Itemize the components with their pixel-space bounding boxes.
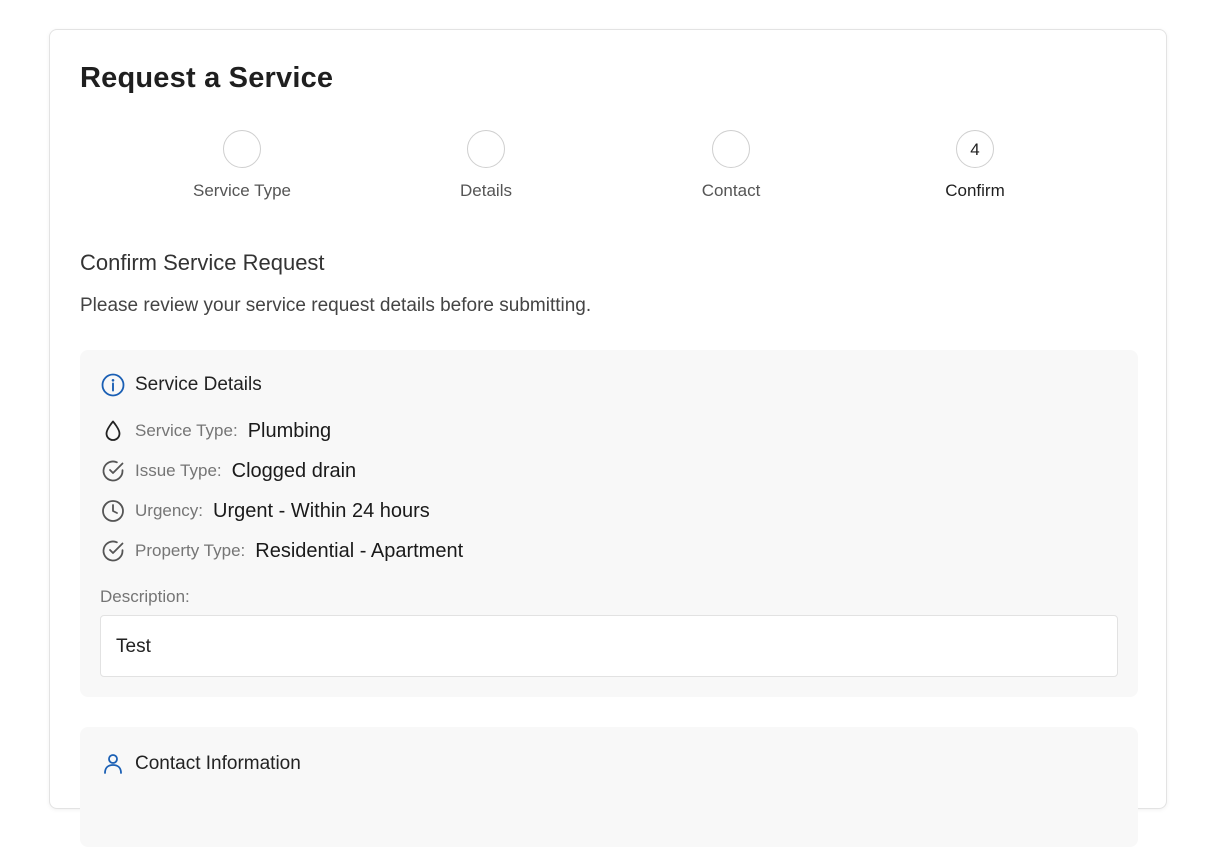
step-indicator: 4 bbox=[956, 130, 994, 168]
description-label: Description: bbox=[100, 587, 190, 606]
panel-heading: Contact Information bbox=[135, 753, 301, 774]
detail-row-property-type: Property Type: Residential - Apartment bbox=[100, 537, 463, 565]
step-label: Confirm bbox=[945, 181, 1005, 200]
droplet-icon bbox=[100, 418, 126, 444]
detail-label: Urgency: bbox=[135, 501, 204, 520]
step-service-type[interactable]: Service Type bbox=[142, 130, 342, 201]
section-title: Confirm Service Request bbox=[80, 250, 325, 275]
service-details-header: Service Details bbox=[100, 372, 262, 398]
page-title: Request a Service bbox=[80, 62, 334, 94]
section-description: Please review your service request detai… bbox=[80, 295, 592, 316]
contact-information-header: Contact Information bbox=[100, 751, 301, 777]
check-circle-icon bbox=[100, 538, 126, 564]
check-circle-icon bbox=[100, 458, 126, 484]
step-contact[interactable]: Contact bbox=[631, 130, 831, 201]
detail-row-urgency: Urgency: Urgent - Within 24 hours bbox=[100, 497, 430, 525]
detail-label: Issue Type: bbox=[135, 461, 222, 480]
step-indicator bbox=[712, 130, 750, 168]
service-request-card: Request a Service Service Type Details C… bbox=[49, 29, 1167, 847]
description-box: Test bbox=[100, 615, 1118, 677]
panel-heading: Service Details bbox=[135, 374, 262, 395]
contact-information-panel: Contact Information bbox=[80, 727, 1138, 847]
step-label: Service Type bbox=[193, 181, 291, 200]
detail-row-service-type: Service Type: Plumbing bbox=[100, 417, 331, 445]
detail-value: Clogged drain bbox=[231, 459, 357, 482]
service-details-panel: Service Details Service Type: Plumbing I… bbox=[80, 350, 1138, 697]
detail-label: Service Type: bbox=[135, 421, 238, 440]
detail-value: Urgent - Within 24 hours bbox=[213, 499, 430, 522]
step-label: Contact bbox=[701, 181, 761, 200]
detail-label: Property Type: bbox=[135, 541, 246, 560]
detail-value: Plumbing bbox=[247, 419, 332, 442]
step-indicator bbox=[467, 130, 505, 168]
step-confirm[interactable]: 4 Confirm bbox=[875, 130, 1075, 201]
step-label: Details bbox=[460, 181, 512, 200]
progress-stepper: Service Type Details Contact 4 Confirm bbox=[80, 130, 1138, 210]
detail-value: Residential - Apartment bbox=[255, 539, 464, 562]
detail-row-issue-type: Issue Type: Clogged drain bbox=[100, 457, 356, 485]
step-details[interactable]: Details bbox=[386, 130, 586, 201]
info-icon bbox=[100, 372, 126, 398]
step-indicator bbox=[223, 130, 261, 168]
person-icon bbox=[100, 751, 126, 777]
clock-icon bbox=[100, 498, 126, 524]
